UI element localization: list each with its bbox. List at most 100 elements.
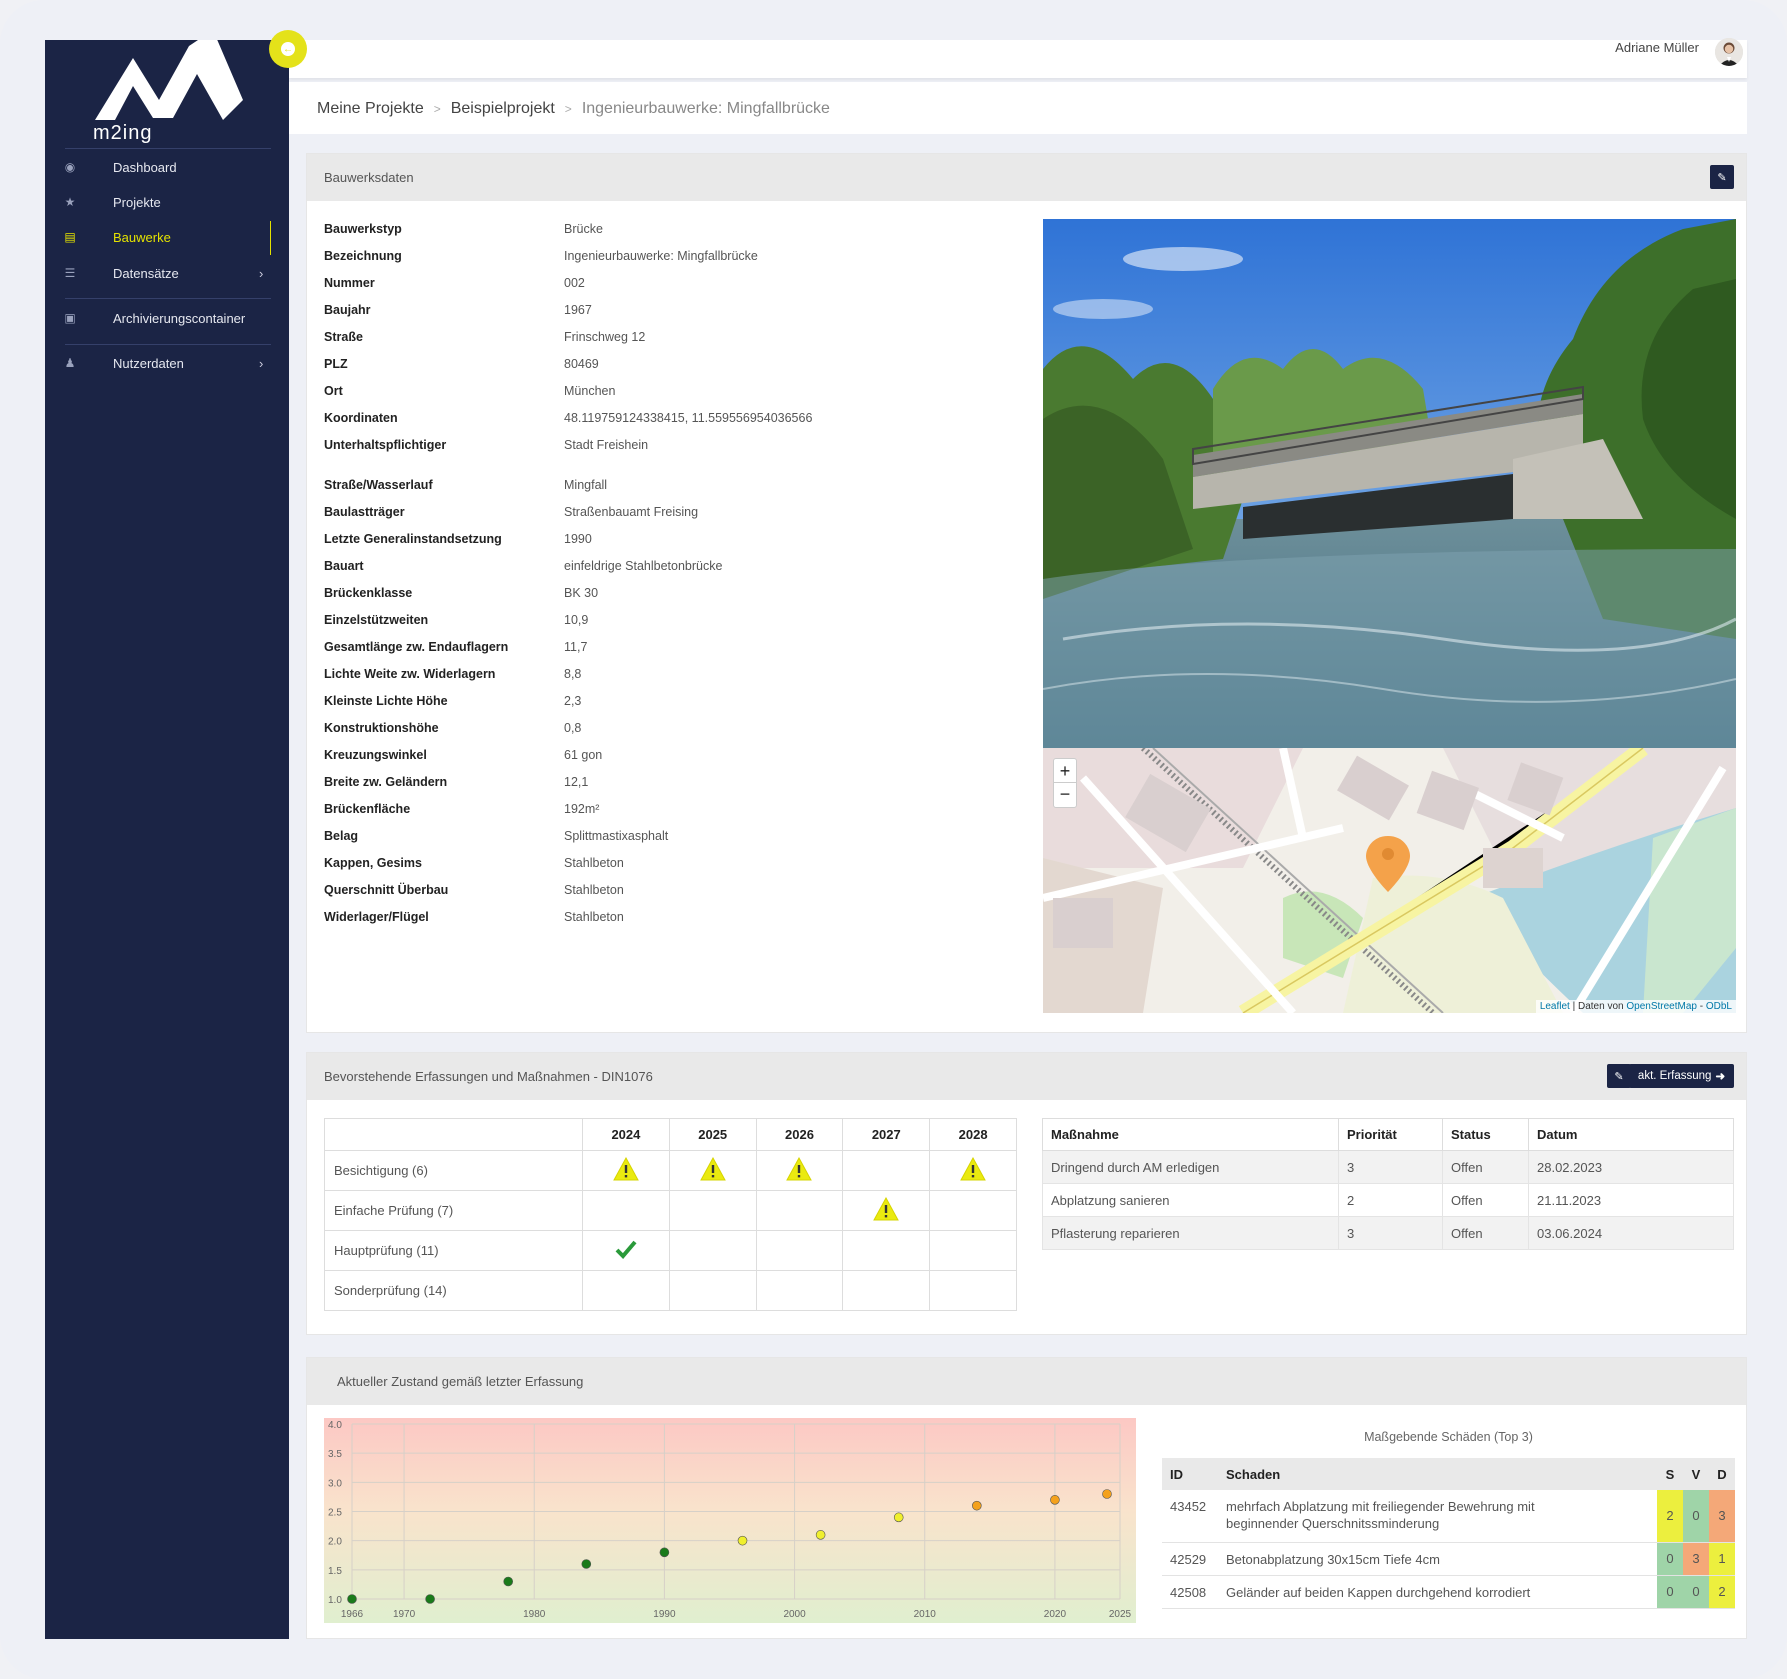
osm-link[interactable]: OpenStreetMap [1626, 1001, 1697, 1012]
table-header[interactable]: Datum [1528, 1118, 1734, 1151]
property-label: Kreuzungswinkel [324, 748, 427, 762]
data-point[interactable] [893, 1512, 904, 1523]
table-row[interactable]: 42529 Betonabplatzung 30x15cm Tiefe 4cm 0 3… [1162, 1542, 1735, 1576]
sidebar-item-dashboard[interactable]: ◉ Dashboard [45, 150, 289, 184]
schedule-cell [929, 1230, 1017, 1271]
table-row[interactable]: Abplatzung sanieren 2 Offen 21.11.2023 [1042, 1183, 1734, 1217]
data-point[interactable] [1050, 1495, 1060, 1505]
score-v: 0 [1683, 1575, 1709, 1609]
edit-button[interactable]: ✎ [1710, 165, 1734, 189]
schedule-cell [582, 1190, 670, 1231]
table-header[interactable]: Priorität [1338, 1118, 1443, 1151]
location-map[interactable]: + − Leaflet | Daten von OpenStreetMap - … [1043, 748, 1736, 1013]
property-value: einfeldrige Stahlbetonbrücke [564, 559, 723, 573]
edit-button[interactable]: ✎ [1607, 1064, 1631, 1088]
akt-erfassung-button[interactable]: akt. Erfassung ➜ [1629, 1064, 1734, 1088]
zoom-control: + − [1053, 758, 1077, 808]
schedule-cell[interactable] [668, 1150, 757, 1191]
data-point[interactable] [347, 1594, 357, 1604]
button-label: akt. Erfassung [1637, 1070, 1712, 1082]
warning-icon [613, 1157, 639, 1184]
sidebar-divider [65, 148, 271, 149]
sidebar-item-label: Archivierungscontainer [113, 310, 246, 326]
sidebar-item-label: Projekte [113, 194, 161, 210]
property-label: Widerlager/Flügel [324, 910, 429, 924]
data-point[interactable] [737, 1535, 748, 1546]
property-label: Baujahr [324, 303, 371, 317]
data-point[interactable] [425, 1594, 435, 1604]
sidebar-item-label: Dashboard [113, 159, 177, 175]
schedule-cell [755, 1190, 844, 1231]
table-header[interactable]: Status [1442, 1118, 1529, 1151]
dashboard-icon: ◉ [64, 160, 76, 174]
map-attribution: Leaflet | Daten von OpenStreetMap - ODbL [1535, 1000, 1736, 1013]
y-tick-label: 4.0 [328, 1420, 342, 1431]
schedule-cell [668, 1190, 757, 1231]
sidebar-item-nutzerdaten[interactable]: ♟ Nutzerdaten › [45, 346, 289, 380]
score-s: 2 [1657, 1490, 1683, 1543]
year-header: 2028 [929, 1118, 1017, 1151]
schedule-cell [668, 1230, 757, 1271]
schedule-cell [842, 1270, 931, 1311]
x-tick-label: 1970 [393, 1609, 416, 1620]
sidebar-item-label: Datensätze [113, 265, 179, 281]
zoom-out-button[interactable]: − [1054, 783, 1076, 807]
breadcrumb-item[interactable]: Meine Projekte [317, 100, 424, 118]
breadcrumb-item[interactable]: Beispielprojekt [451, 100, 555, 118]
property-label: PLZ [324, 357, 348, 371]
breadcrumb: Meine Projekte > Beispielprojekt > Ingen… [317, 100, 830, 118]
schedule-cell [755, 1230, 844, 1271]
property-value: Mingfall [564, 478, 608, 492]
attribution-sep: - [1696, 1001, 1706, 1012]
property-label: Kleinste Lichte Höhe [324, 694, 448, 708]
table-row[interactable]: Dringend durch AM erledigen 3 Offen 28.02.2… [1042, 1150, 1734, 1184]
sidebar-item-archivierungscontainer[interactable]: ▣ Archivierungscontainer [45, 301, 289, 335]
data-point[interactable] [972, 1500, 982, 1511]
x-tick-label: 1990 [653, 1609, 676, 1620]
table-header[interactable]: Maßnahme [1042, 1118, 1339, 1151]
table-row[interactable]: 42508 Geländer auf beiden Kappen durchgeh… [1162, 1575, 1735, 1609]
sidebar-item-label: Bauwerke [113, 229, 171, 245]
property-label: Unterhaltspflichtiger [324, 438, 447, 452]
user-name[interactable]: Adriane Müller [1615, 40, 1699, 55]
schedule-cell[interactable] [582, 1230, 670, 1271]
schedule-cell[interactable] [755, 1150, 844, 1191]
sidebar-divider [65, 298, 271, 299]
data-point[interactable] [503, 1576, 514, 1587]
massnahmen-table: Maßnahme Priorität Status Datum Dringend du… [1042, 1118, 1734, 1250]
sidebar-item-datensaetze[interactable]: ☰ Datensätze › [45, 256, 289, 290]
avatar[interactable] [1715, 38, 1743, 66]
schedule-cell[interactable] [582, 1150, 670, 1191]
schedule-cell[interactable] [929, 1150, 1017, 1191]
checkmark-icon [615, 1240, 637, 1262]
data-point[interactable] [815, 1530, 826, 1540]
property-label: Bauart [324, 559, 364, 573]
table-row[interactable]: 43452 mehrfach Abplatzung mit freiliegend… [1162, 1490, 1735, 1543]
odbl-link[interactable]: ODbL [1706, 1001, 1732, 1012]
zoom-in-button[interactable]: + [1054, 759, 1076, 783]
table-header: D [1709, 1458, 1735, 1490]
leaflet-link[interactable]: Leaflet [1540, 1001, 1570, 1012]
data-point[interactable] [1102, 1489, 1112, 1499]
sidebar-item-label: Nutzerdaten [113, 355, 184, 371]
sidebar-item-bauwerke[interactable]: ▤ Bauwerke [45, 220, 289, 255]
data-point[interactable] [659, 1547, 670, 1558]
table-header: Schaden [1218, 1458, 1657, 1490]
sidebar-item-projekte[interactable]: ★ Projekte [45, 185, 289, 219]
year-header: 2024 [582, 1118, 670, 1151]
schedule-cell [842, 1230, 931, 1271]
y-tick-label: 2.5 [328, 1508, 342, 1519]
arrow-right-icon: ➜ [1715, 1071, 1726, 1083]
table-row[interactable]: Pflasterung reparieren 3 Offen 03.06.2024 [1042, 1216, 1734, 1250]
x-tick-label: 2010 [914, 1609, 937, 1620]
property-label: Konstruktionshöhe [324, 721, 439, 735]
damage-text: mehrfach Abplatzung mit freiliegender Be… [1218, 1490, 1657, 1543]
y-tick-label: 1.0 [328, 1595, 342, 1606]
schedule-cell[interactable] [842, 1190, 931, 1231]
damage-text: Betonabplatzung 30x15cm Tiefe 4cm [1218, 1542, 1657, 1576]
collapse-sidebar-button[interactable]: ← [269, 30, 307, 68]
data-point[interactable] [581, 1559, 592, 1569]
year-header: 2026 [755, 1118, 844, 1151]
y-tick-label: 3.0 [328, 1478, 342, 1489]
schedule-cell [929, 1190, 1017, 1231]
